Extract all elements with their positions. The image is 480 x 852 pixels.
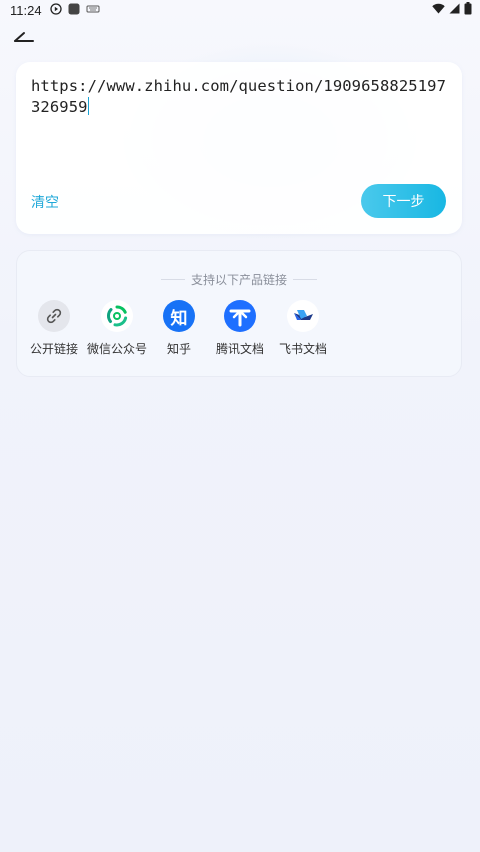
wifi-icon (432, 3, 445, 17)
supported-products-title-row: 支持以下产品链接 (17, 271, 461, 288)
tencent-docs-icon (224, 300, 256, 332)
product-feishu-docs[interactable]: 飞书文档 (271, 300, 335, 357)
back-arrow-icon (14, 32, 34, 42)
url-input-card: https://www.zhihu.com/question/190965882… (16, 62, 462, 234)
product-label: 微信公众号 (86, 342, 147, 356)
supported-products-title: 支持以下产品链接 (190, 273, 287, 287)
status-icons (432, 2, 472, 18)
text-caret (87, 97, 89, 115)
status-bar: 11:24 (0, 0, 480, 20)
supported-products-card: 支持以下产品链接 公开链接 微信公众号 知 知乎 腾讯文档 飞书文档 (16, 250, 462, 377)
back-button[interactable] (12, 28, 40, 48)
product-label: 腾讯文档 (215, 342, 264, 356)
url-input[interactable]: https://www.zhihu.com/question/190965882… (31, 76, 451, 118)
link-icon (38, 300, 70, 332)
product-label: 知乎 (166, 342, 191, 356)
product-wechat-official[interactable]: 微信公众号 (85, 300, 149, 357)
product-public-link[interactable]: 公开链接 (22, 300, 86, 357)
app-notification-icon (68, 3, 80, 18)
clear-button[interactable]: 清空 (31, 192, 59, 212)
product-zhihu[interactable]: 知 知乎 (147, 300, 211, 357)
product-label: 公开链接 (29, 342, 78, 356)
zhihu-icon: 知 (163, 300, 195, 332)
next-step-button[interactable]: 下一步 (361, 184, 446, 218)
play-notification-icon (49, 2, 62, 18)
product-tencent-docs[interactable]: 腾讯文档 (208, 300, 272, 357)
keyboard-notification-icon (86, 3, 100, 17)
battery-icon (464, 2, 472, 18)
signal-icon (449, 3, 460, 17)
url-text: https://www.zhihu.com/question/190965882… (31, 77, 446, 116)
status-time: 11:24 (10, 2, 42, 18)
feishu-docs-icon (287, 300, 319, 332)
divider-right (293, 279, 317, 280)
divider-left (160, 279, 185, 280)
product-label: 飞书文档 (278, 342, 327, 356)
zhihu-icon-glyph: 知 (170, 308, 188, 329)
wechat-official-icon (101, 300, 133, 332)
